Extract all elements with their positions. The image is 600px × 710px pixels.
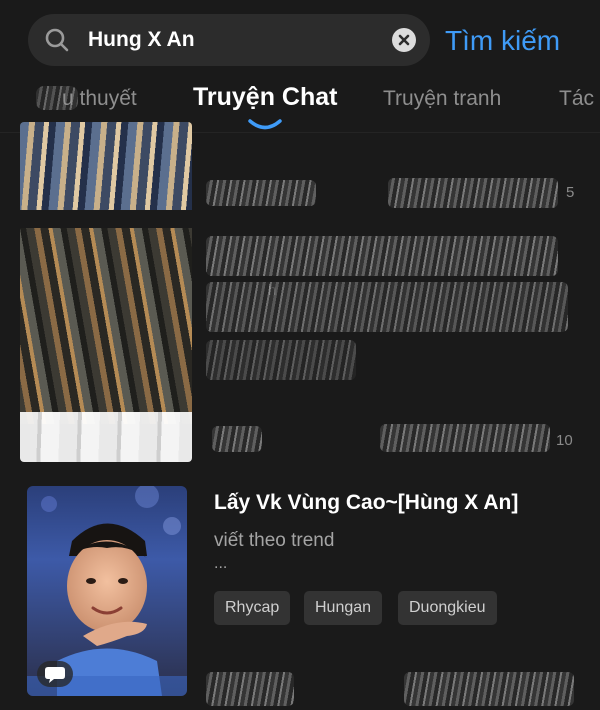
search-bar[interactable]: Hung X An [28, 14, 430, 66]
story-cover-image[interactable] [27, 486, 187, 696]
story-description-ellipsis: ... [214, 555, 228, 572]
story-tag-blurred-2 [380, 424, 550, 452]
chat-bubble-icon [37, 661, 73, 687]
story-title[interactable]: Lấy Vk Vùng Cao~[Hùng X An] [214, 490, 518, 516]
story-desc-blurred-3 [206, 340, 356, 380]
story-cover-image-blurred[interactable] [20, 122, 192, 462]
story-count: 10 [556, 432, 573, 449]
story-desc-blurred-2 [206, 282, 568, 332]
tab-novel[interactable]: u thuyết [62, 86, 137, 112]
search-icon [44, 27, 70, 53]
story-description: viết theo trend [214, 530, 335, 551]
active-tab-indicator [248, 119, 282, 130]
story-tag[interactable]: Hungan [304, 591, 383, 625]
tab-comic[interactable]: Truyện tranh [383, 86, 501, 112]
search-submit-button[interactable]: Tìm kiếm [445, 24, 560, 58]
story-read-count: 5 [566, 184, 575, 201]
story-tag-blurred [212, 426, 262, 452]
next-story-blurred [206, 672, 294, 706]
story-tag[interactable]: Duongkieu [398, 591, 497, 625]
story-stat-blurred [388, 178, 558, 208]
story-tag[interactable]: Rhycap [214, 591, 291, 625]
next-story-blurred-2 [404, 672, 574, 706]
clear-icon[interactable] [392, 28, 416, 52]
tab-chat-story[interactable]: Truyện Chat [193, 84, 337, 110]
story-desc-blurred [206, 236, 558, 276]
tab-author[interactable]: Tác [559, 86, 594, 112]
story-title-blurred [206, 180, 316, 206]
search-input[interactable]: Hung X An [88, 28, 195, 52]
